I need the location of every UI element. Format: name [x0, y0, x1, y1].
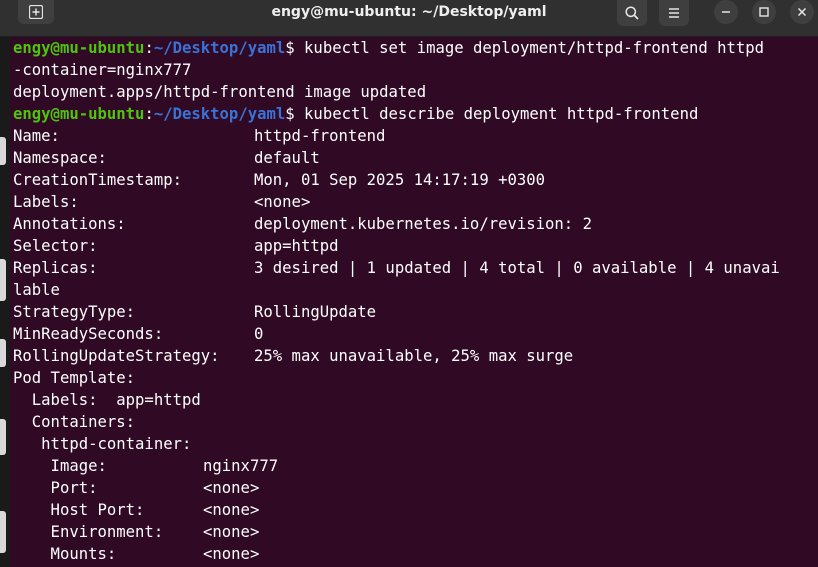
describe-row: MinReadySeconds: 0 — [13, 323, 263, 345]
close-button[interactable] — [790, 0, 814, 24]
field-value: <none> — [203, 479, 260, 497]
describe-row: Containers: — [13, 413, 136, 431]
describe-row: StrategyType: RollingUpdate — [13, 301, 376, 323]
command-text: kubectl set image deployment/httpd-front… — [294, 39, 765, 57]
minimize-icon — [722, 11, 730, 13]
prompt-colon: : — [144, 39, 154, 57]
field-value: <none> — [254, 193, 311, 211]
describe-row: Mounts: <none> — [13, 543, 260, 565]
describe-row: Port: <none> — [13, 477, 260, 499]
field-key: RollingUpdateStrategy: — [13, 347, 220, 365]
dock-indicator — [0, 419, 6, 455]
close-icon — [797, 7, 807, 17]
field-value: default — [254, 149, 320, 167]
field-key: Annotations: — [13, 215, 126, 233]
command-wrap-line: -container=nginx777 — [13, 61, 192, 79]
dock-indicator — [0, 137, 6, 165]
field-key: Environment: — [13, 523, 164, 541]
field-key: Host Port: — [13, 501, 145, 519]
describe-row: httpd-container: — [13, 435, 192, 453]
field-key: Mounts: — [13, 545, 117, 563]
field-key: Labels: — [13, 193, 79, 211]
dock-edge — [0, 37, 10, 567]
describe-row: Image: nginx777 — [13, 455, 279, 477]
dock-indicator — [0, 259, 6, 301]
output-line: deployment.apps/httpd-frontend image upd… — [13, 83, 427, 101]
describe-row: Name: httpd-frontend — [13, 125, 385, 147]
minimize-button[interactable] — [714, 0, 738, 24]
describe-row: Selector: app=httpd — [13, 235, 339, 257]
field-key: Selector: — [13, 237, 98, 255]
describe-row: Labels: app=httpd — [13, 391, 201, 409]
field-key: MinReadySeconds: — [13, 325, 164, 343]
prompt-user: engy@mu-ubuntu — [13, 39, 145, 57]
field-value: nginx777 — [203, 457, 279, 475]
field-value: <none> — [203, 523, 260, 541]
field-key: CreationTimestamp: — [13, 171, 182, 189]
prompt-line: engy@mu-ubuntu:~/Desktop/yaml$ kubectl s… — [13, 37, 764, 59]
prompt-line: engy@mu-ubuntu:~/Desktop/yaml$ kubectl d… — [13, 103, 698, 125]
hamburger-menu-icon — [669, 8, 679, 18]
field-value: httpd-frontend — [254, 127, 386, 145]
dock-indicator — [0, 339, 6, 367]
field-key: StrategyType: — [13, 303, 136, 321]
prompt-path: ~/Desktop/yaml — [153, 39, 286, 57]
describe-row: Annotations: deployment.kubernetes.io/rev… — [13, 213, 592, 235]
field-key: Image: — [13, 457, 107, 475]
title-bar: engy@mu-ubuntu: ~/Desktop/yaml — [0, 0, 818, 37]
field-value: 3 desired | 1 updated | 4 total | 0 avai… — [254, 259, 780, 277]
field-value: <none> — [203, 501, 260, 519]
field-value: <none> — [203, 545, 260, 563]
search-icon — [625, 6, 639, 20]
maximize-icon — [759, 7, 769, 17]
wrap-line: lable — [13, 281, 60, 299]
describe-row: Host Port: <none> — [13, 499, 260, 521]
field-key: Replicas: — [13, 259, 98, 277]
terminal-output[interactable]: engy@mu-ubuntu:~/Desktop/yaml$ kubectl s… — [10, 37, 818, 567]
menu-button[interactable] — [659, 0, 689, 26]
dock-indicator — [0, 511, 6, 553]
field-value: deployment.kubernetes.io/revision: 2 — [254, 215, 592, 233]
describe-row: Environment: <none> — [13, 521, 260, 543]
field-key: Name: — [13, 127, 60, 145]
field-key: Port: — [13, 479, 98, 497]
describe-row: Replicas: 3 desired | 1 updated | 4 total… — [13, 257, 780, 279]
maximize-button[interactable] — [752, 0, 776, 24]
field-value: app=httpd — [254, 237, 339, 255]
describe-row: CreationTimestamp: Mon, 01 Sep 2025 14:17… — [13, 169, 545, 191]
prompt-symbol: $ — [285, 39, 295, 57]
describe-row: Namespace: default — [13, 147, 320, 169]
prompt-symbol: $ — [285, 105, 295, 123]
field-value: 0 — [254, 325, 264, 343]
field-value: 25% max unavailable, 25% max surge — [254, 347, 574, 365]
prompt-colon: : — [144, 105, 154, 123]
command-text: kubectl describe deployment httpd-fronte… — [294, 105, 699, 123]
search-button[interactable] — [617, 0, 647, 26]
prompt-path: ~/Desktop/yaml — [153, 105, 286, 123]
prompt-user: engy@mu-ubuntu — [13, 105, 145, 123]
describe-row: Labels: <none> — [13, 191, 310, 213]
field-value: Mon, 01 Sep 2025 14:17:19 +0300 — [254, 171, 546, 189]
field-key: Namespace: — [13, 149, 107, 167]
field-value: RollingUpdate — [254, 303, 377, 321]
describe-row: RollingUpdateStrategy: 25% max unavailabl… — [13, 345, 573, 367]
describe-row: Pod Template: — [13, 369, 136, 387]
window-title: engy@mu-ubuntu: ~/Desktop/yaml — [271, 4, 547, 20]
